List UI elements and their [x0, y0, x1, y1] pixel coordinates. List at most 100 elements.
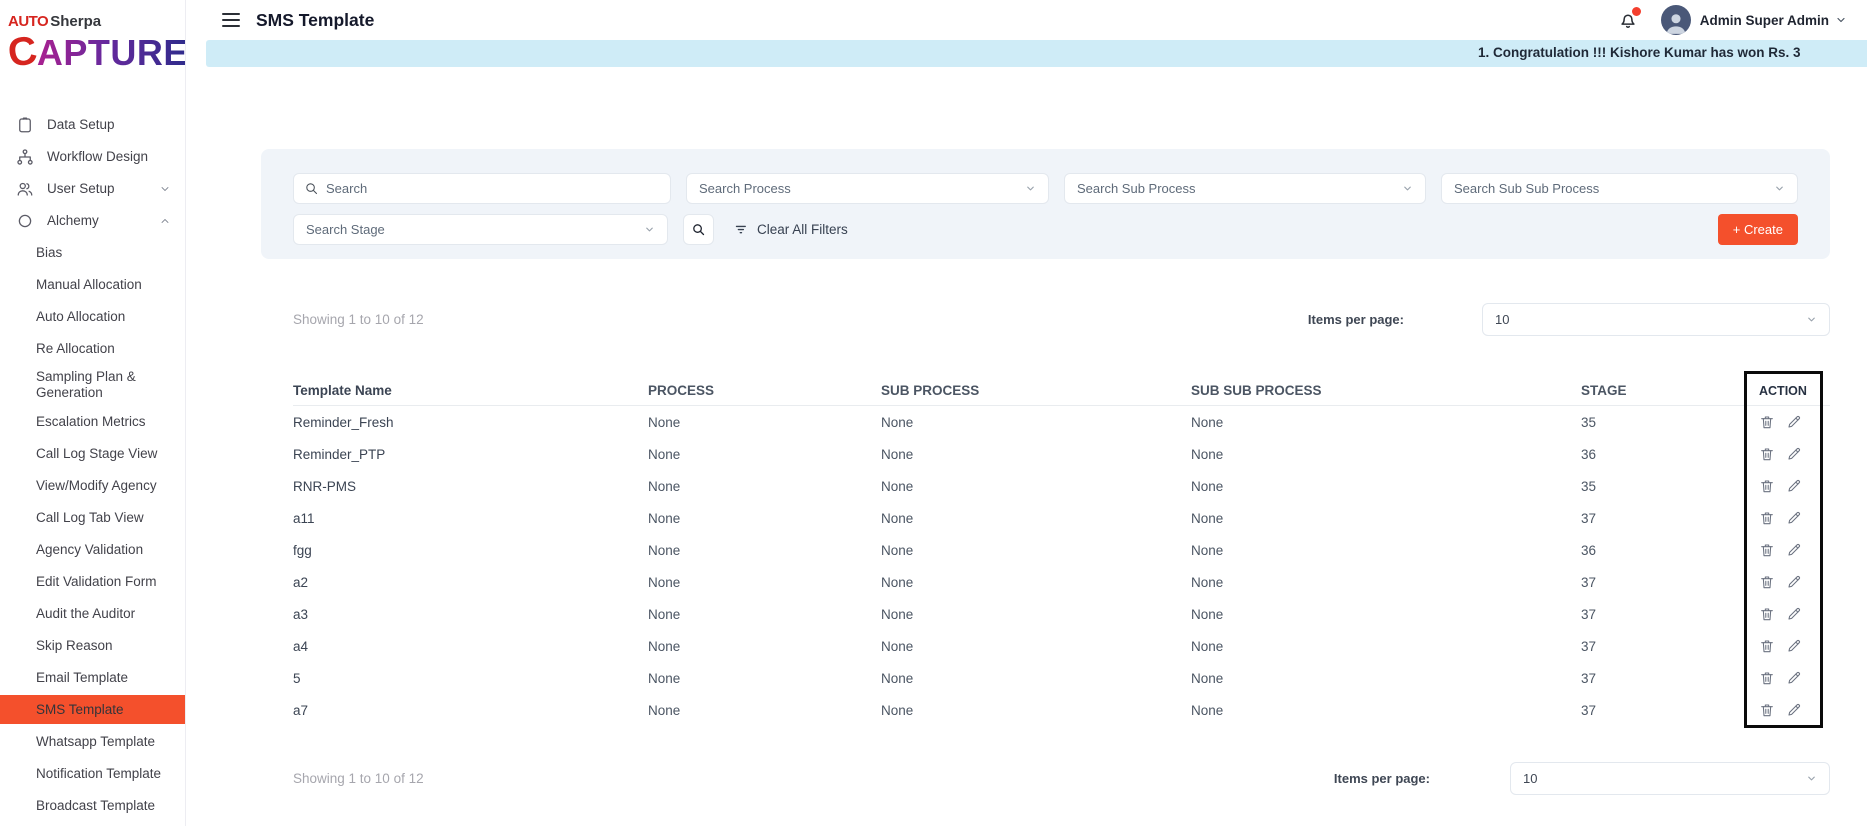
sidebar-subitem[interactable]: Agency Validation [0, 535, 185, 564]
col-header-action: ACTION [1759, 383, 1807, 398]
sidebar-subitem[interactable]: Escalation Metrics [0, 407, 185, 436]
edit-button[interactable] [1786, 414, 1802, 430]
sidebar-subitem[interactable]: Edit Validation Form [0, 567, 185, 596]
items-per-page-value: 10 [1495, 312, 1510, 327]
delete-button[interactable] [1759, 638, 1775, 654]
search-input[interactable] [326, 181, 660, 196]
template-name-cell: a2 [293, 574, 309, 590]
action-cell [1759, 542, 1830, 558]
edit-button[interactable] [1786, 510, 1802, 526]
sidebar-item-alchemy[interactable]: Alchemy [0, 206, 185, 235]
sidebar-subitem[interactable]: Manual Allocation [0, 270, 185, 299]
create-button[interactable]: + Create [1717, 214, 1798, 245]
action-cell [1759, 510, 1830, 526]
edit-button[interactable] [1786, 478, 1802, 494]
sub-sub-process-cell: None [1191, 510, 1224, 526]
templates-table: Template Name PROCESS SUB PROCESS SUB SU… [293, 376, 1830, 726]
sidebar-subitem-label: Audit the Auditor [36, 605, 136, 621]
clear-all-filters-button[interactable]: Clear All Filters [734, 222, 848, 237]
pencil-icon [1786, 446, 1802, 462]
sidebar-subitem[interactable]: Whatsapp Template [0, 727, 185, 756]
sidebar-subitem[interactable]: Bias [0, 238, 185, 267]
search-button[interactable] [683, 214, 714, 245]
edit-button[interactable] [1786, 670, 1802, 686]
search-stage-select[interactable]: Search Stage [293, 214, 668, 245]
users-icon [16, 180, 34, 198]
edit-button[interactable] [1786, 606, 1802, 622]
sub-process-cell: None [881, 446, 914, 462]
items-per-page-select[interactable]: 10 [1510, 762, 1830, 795]
sidebar-subitem[interactable]: SMS Template [0, 695, 185, 724]
sidebar-subitem-label: Re Allocation [36, 340, 115, 356]
delete-button[interactable] [1759, 542, 1775, 558]
template-name-cell: a3 [293, 606, 309, 622]
sidebar-subitem-label: Agency Validation [36, 541, 144, 557]
sidebar-subitem-label: Sampling Plan & Generation [36, 369, 136, 400]
sidebar-subitem[interactable]: View/Modify Agency [0, 471, 185, 500]
sidebar-subitem[interactable]: Email Template [0, 663, 185, 692]
chevron-down-icon[interactable] [1835, 14, 1847, 26]
sub-process-cell: None [881, 478, 914, 494]
sidebar-subitem[interactable]: Notification Template [0, 759, 185, 788]
pencil-icon [1786, 542, 1802, 558]
search-icon [691, 222, 706, 237]
trash-icon [1759, 414, 1775, 430]
sidebar-item-workflow-design[interactable]: Workflow Design [0, 142, 185, 171]
delete-button[interactable] [1759, 670, 1775, 686]
search-sub-sub-process-select[interactable]: Search Sub Sub Process [1441, 173, 1798, 204]
avatar[interactable] [1660, 5, 1691, 35]
edit-button[interactable] [1786, 702, 1802, 718]
edit-button[interactable] [1786, 446, 1802, 462]
sidebar-subitem[interactable]: Audit the Auditor [0, 599, 185, 628]
sidebar-subitem-label: Auto Allocation [36, 308, 126, 324]
items-per-page-select[interactable]: 10 [1482, 303, 1830, 336]
action-cell [1759, 606, 1830, 622]
sub-process-cell: None [881, 510, 914, 526]
sub-sub-process-cell: None [1191, 670, 1224, 686]
app-root: AUTO Sherpa CAPTURE Data Setup Workflow D… [0, 0, 1867, 826]
sidebar-item-user-setup[interactable]: User Setup [0, 174, 185, 203]
sidebar-item-data-setup[interactable]: Data Setup [0, 110, 185, 139]
action-cell [1759, 478, 1830, 494]
brand-logo: AUTO Sherpa CAPTURE [0, 0, 185, 88]
stage-cell: 37 [1581, 670, 1597, 686]
edit-button[interactable] [1786, 638, 1802, 654]
table-row: Reminder_Fresh None None None 35 [293, 406, 1830, 438]
table-row: a2 None None None 37 [293, 566, 1830, 598]
filter-row-1: Search Process Search Sub Process Search… [293, 173, 1798, 204]
delete-button[interactable] [1759, 702, 1775, 718]
edit-button[interactable] [1786, 574, 1802, 590]
top-header: SMS Template Admin Super Admin [187, 0, 1867, 40]
sidebar-subitem[interactable]: Skip Reason [0, 631, 185, 660]
process-cell: None [648, 606, 681, 622]
notification-bell-icon[interactable] [1617, 7, 1641, 31]
action-cell [1759, 574, 1830, 590]
sub-process-cell: None [881, 414, 914, 430]
delete-button[interactable] [1759, 606, 1775, 622]
sidebar-subitem[interactable]: Sampling Plan & Generation [0, 366, 185, 404]
search-box [293, 173, 671, 204]
sub-sub-process-cell: None [1191, 542, 1224, 558]
sub-process-cell: None [881, 542, 914, 558]
sidebar-subitem-label: Notification Template [36, 765, 162, 781]
edit-button[interactable] [1786, 542, 1802, 558]
template-name-cell: a7 [293, 702, 309, 718]
delete-button[interactable] [1759, 510, 1775, 526]
sidebar-subitem[interactable]: Call Log Stage View [0, 439, 185, 468]
delete-button[interactable] [1759, 478, 1775, 494]
delete-button[interactable] [1759, 414, 1775, 430]
sidebar-subitem[interactable]: Auto Allocation [0, 302, 185, 331]
stage-cell: 37 [1581, 510, 1597, 526]
search-process-select[interactable]: Search Process [686, 173, 1049, 204]
hamburger-menu-icon[interactable] [222, 13, 240, 27]
sub-sub-process-cell: None [1191, 606, 1224, 622]
sidebar-subitem[interactable]: Broadcast Template [0, 791, 185, 820]
sidebar-subitem[interactable]: Call Log Tab View [0, 503, 185, 532]
chevron-down-icon [1806, 773, 1817, 784]
col-header-process: PROCESS [648, 383, 715, 398]
delete-button[interactable] [1759, 574, 1775, 590]
sub-sub-process-cell: None [1191, 414, 1224, 430]
sidebar-subitem[interactable]: Re Allocation [0, 334, 185, 363]
delete-button[interactable] [1759, 446, 1775, 462]
search-sub-process-select[interactable]: Search Sub Process [1064, 173, 1426, 204]
